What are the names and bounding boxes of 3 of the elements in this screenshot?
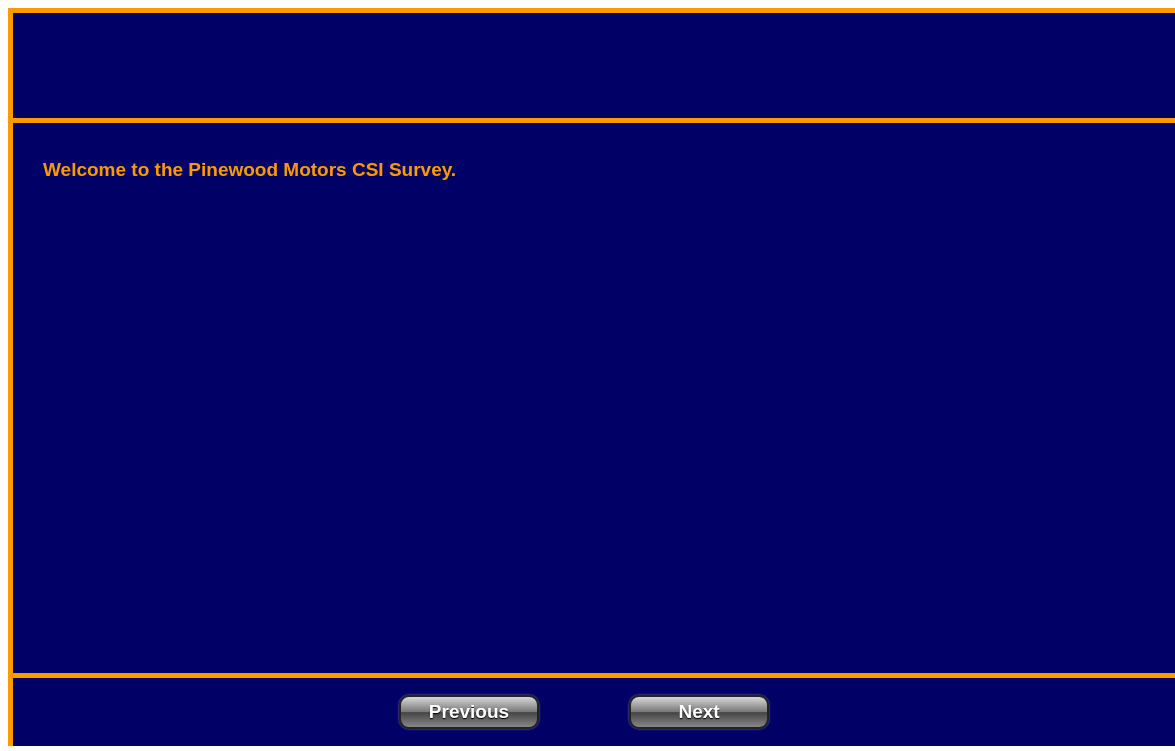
- welcome-message: Welcome to the Pinewood Motors CSI Survey.: [43, 159, 458, 181]
- nav-button[interactable]: Previous: [399, 695, 539, 729]
- nav-button[interactable]: Next: [629, 695, 769, 729]
